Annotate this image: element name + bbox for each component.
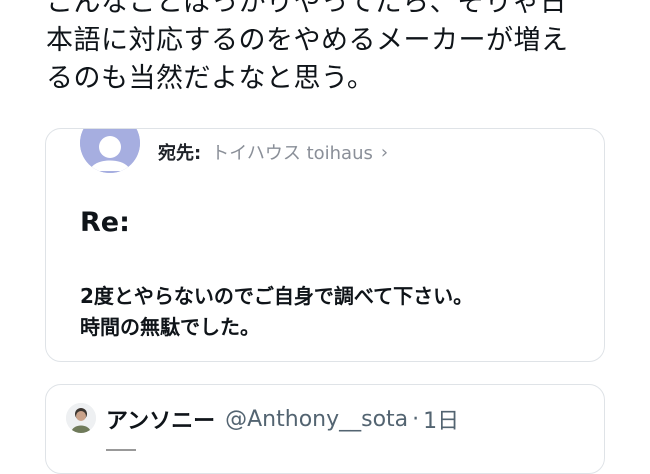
tweet-text-line: こんなことばっかりやってたら、そりゃ日 [46,0,568,18]
recipient-row: 宛先: トイハウス toihaus › [158,139,388,165]
cropped-sender-name [158,128,228,129]
email-subject: Re: [80,207,130,238]
avatar[interactable] [66,403,96,433]
separator-dot: · [412,406,420,432]
tweet-text-line: 本語に対応するのをやめるメーカーが増え [46,25,569,56]
email-body-line: 時間の無駄でした。 [80,315,260,339]
default-avatar-icon [80,129,140,173]
cropped-quoted-text [106,449,136,457]
quoted-tweet-header: アンソニー @Anthony__sota · 1日 [106,403,459,435]
email-body: 2度とやらないのでご自身で調べて下さい。 時間の無駄でした。 [80,281,473,343]
quoted-author-name[interactable]: アンソニー [106,403,215,435]
to-label: 宛先: [158,143,202,164]
quoted-author-handle[interactable]: @Anthony__sota [225,407,408,432]
quoted-tweet-card[interactable]: アンソニー @Anthony__sota · 1日 [45,384,605,474]
email-screenshot-card[interactable]: 宛先: トイハウス toihaus › Re: 2度とやらないのでご自身で調べて… [45,128,605,362]
email-body-line: 2度とやらないのでご自身で調べて下さい。 [80,284,474,308]
chevron-right-icon: › [380,141,389,163]
recipient-name: トイハウス toihaus [211,143,373,164]
tweet-text: こんなことばっかりやってたら、そりゃ日 本語に対応するのをやめるメーカーが増え … [46,0,606,98]
tweet-text-line: るのも当然だよなと思う。 [46,63,375,94]
quoted-timestamp[interactable]: 1日 [423,403,459,435]
